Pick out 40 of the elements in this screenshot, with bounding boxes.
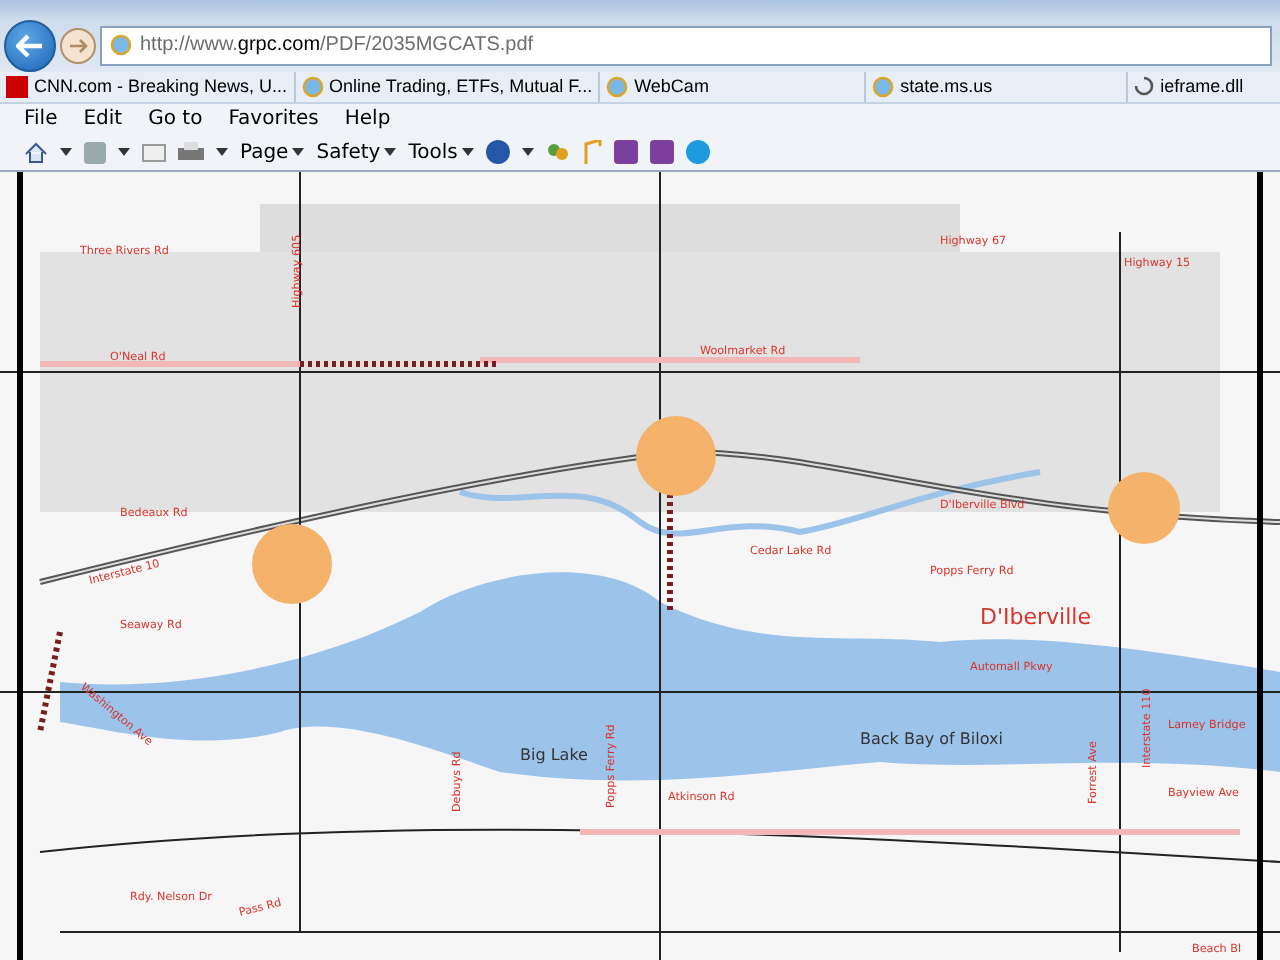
water-label: Back Bay of Biloxi [860, 730, 1003, 749]
favorites-link[interactable]: WebCam [600, 71, 867, 103]
menu-item[interactable]: Go to [148, 108, 203, 131]
menu-item[interactable]: Help [344, 108, 391, 131]
water-label: Big Lake [520, 746, 588, 765]
printer-icon[interactable] [178, 141, 204, 164]
caret-icon [384, 148, 397, 157]
loading-icon [1134, 76, 1155, 97]
globe-icon [872, 75, 895, 98]
menu-item[interactable]: Edit [83, 108, 123, 131]
caret-icon [521, 148, 534, 157]
command-menu-button[interactable]: Tools [408, 141, 474, 164]
menu-item[interactable]: File [24, 108, 58, 131]
favorites-link[interactable]: CNN.com - Breaking News, U... [0, 71, 296, 103]
caret-icon [461, 148, 474, 157]
caret-icon [292, 148, 305, 157]
address-field[interactable]: http://www.grpc.com/PDF/2035MGCATS.pdf [100, 25, 1272, 66]
city-label: D'Iberville [980, 604, 1091, 631]
favorites-link[interactable]: ieframe.dll [1128, 71, 1280, 103]
forward-arrow-icon [68, 37, 88, 54]
menu-item[interactable]: Favorites [228, 108, 319, 131]
command-menu-button[interactable]: Safety [316, 141, 397, 164]
globe-icon [301, 75, 324, 98]
news-logo-icon [6, 75, 28, 98]
caret-icon [118, 148, 130, 157]
globe-icon [110, 34, 132, 57]
url-text: http://www.grpc.com/PDF/2035MGCATS.pdf [140, 34, 534, 57]
caret-icon [60, 148, 72, 157]
help-icon[interactable] [485, 140, 510, 165]
caret-icon [216, 148, 228, 157]
back-button[interactable] [4, 19, 56, 72]
mail-icon[interactable] [142, 143, 166, 162]
command-menu-button[interactable]: Page [240, 141, 305, 164]
people-icon[interactable] [545, 140, 570, 165]
favorites-link[interactable]: state.ms.us [866, 71, 1129, 103]
back-arrow-icon [16, 33, 44, 58]
favorites-link[interactable]: Online Trading, ETFs, Mutual F... [295, 71, 601, 103]
globe-icon [606, 75, 629, 98]
forward-button[interactable] [60, 27, 96, 64]
home-icon[interactable] [24, 141, 48, 164]
